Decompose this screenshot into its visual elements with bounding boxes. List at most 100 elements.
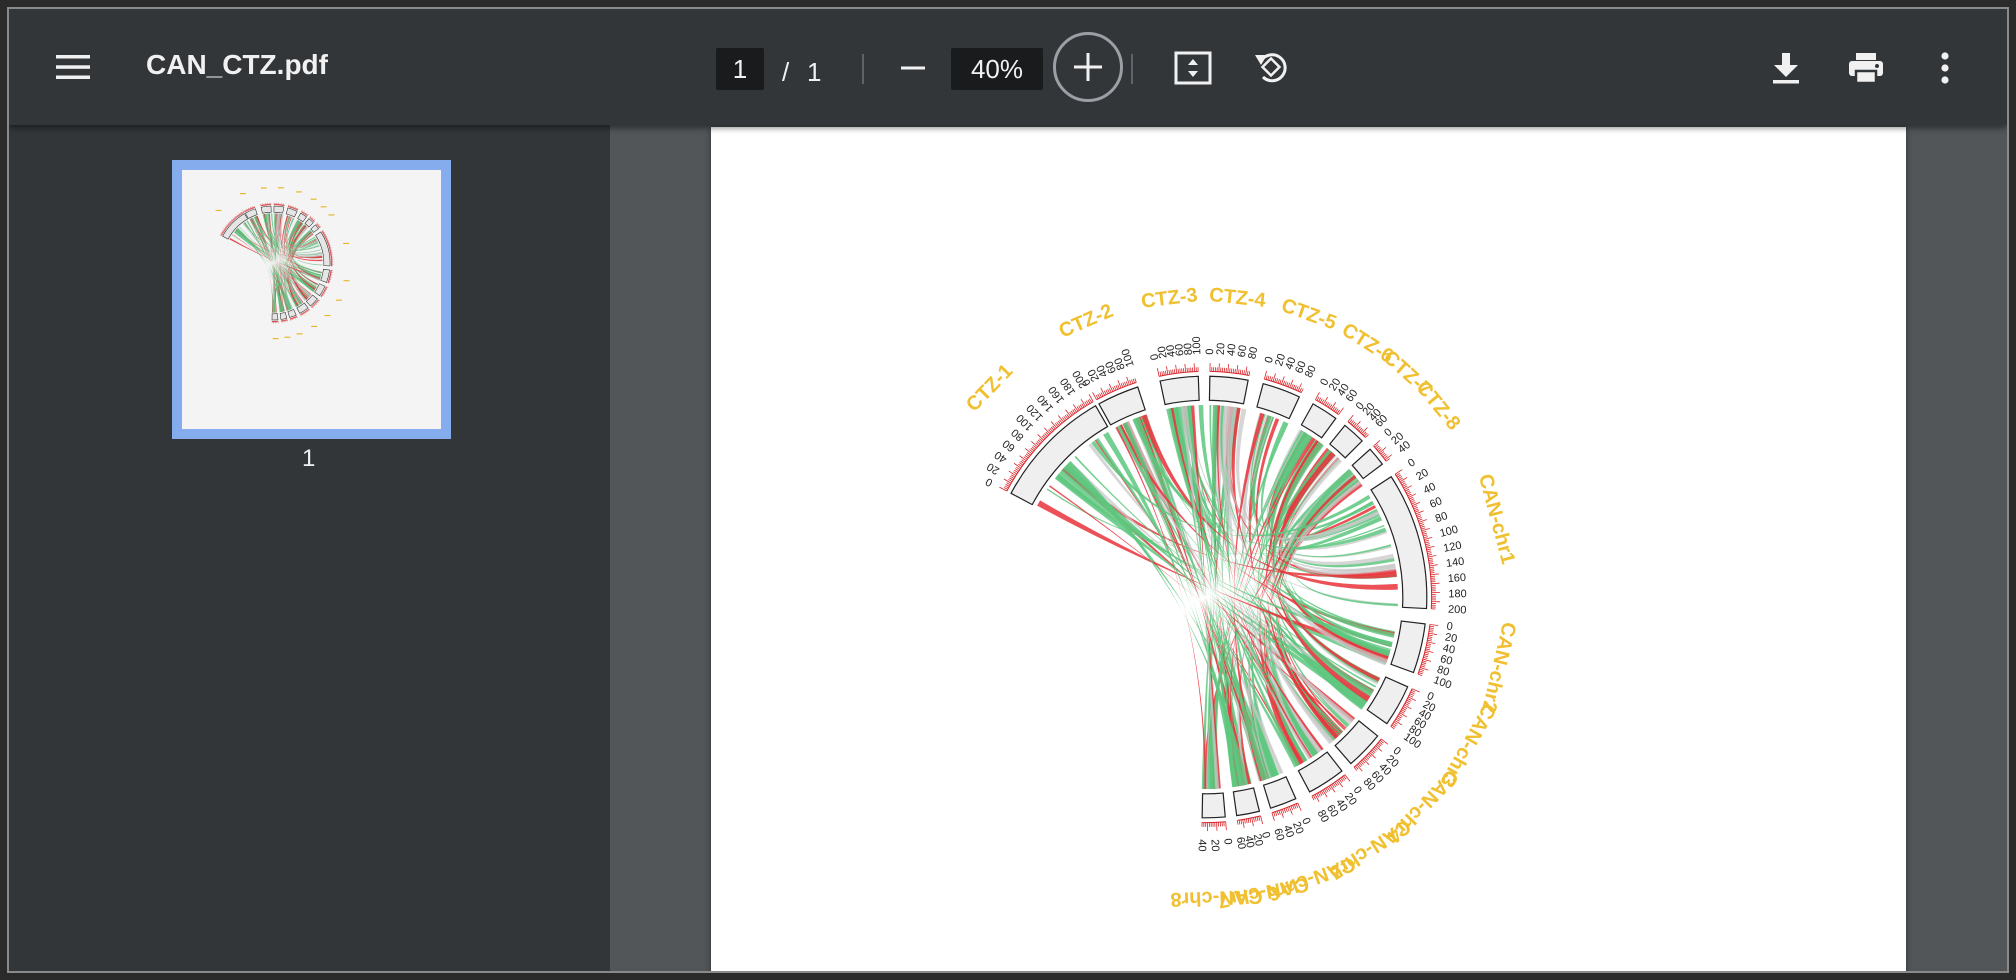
tick-label: 0 xyxy=(984,475,995,488)
tick-mark xyxy=(1011,474,1016,478)
tick-mark xyxy=(1428,636,1433,638)
print-icon xyxy=(1849,53,1883,84)
tick-mark xyxy=(1134,378,1137,383)
tick-mark xyxy=(1108,388,1112,393)
tick-mark xyxy=(1407,493,1412,497)
rotate-button[interactable] xyxy=(1249,45,1293,89)
tick-mark xyxy=(1253,817,1255,822)
segment-label: CTZ-3 xyxy=(1140,284,1199,313)
tick-mark xyxy=(1331,784,1335,789)
tick-mark xyxy=(1394,720,1403,726)
tick-mark xyxy=(296,316,298,319)
tick-mark xyxy=(1406,491,1411,495)
segment-block xyxy=(1390,620,1426,674)
tick-mark xyxy=(1156,368,1160,377)
segment-block xyxy=(260,205,272,214)
segment-label: CTZ-5 xyxy=(1278,294,1339,334)
tick-mark xyxy=(1428,632,1438,635)
tick-mark xyxy=(1311,796,1315,801)
tick-mark xyxy=(1411,690,1416,693)
document-viewer[interactable]: 0 20 40 60 80 100 120 140 160 180 200 CTZ-1 0 20 40 60 8… xyxy=(610,125,2007,971)
tick-mark xyxy=(1300,388,1304,393)
zoom-out-button[interactable] xyxy=(892,47,934,89)
tick-mark xyxy=(1163,370,1165,376)
tick-mark xyxy=(1225,821,1227,831)
segment-block xyxy=(271,313,279,321)
tick-mark xyxy=(1412,505,1418,508)
tick-mark xyxy=(1085,400,1089,405)
tick-mark xyxy=(1425,646,1431,649)
tick-mark xyxy=(1258,816,1261,821)
tick-mark xyxy=(1242,819,1245,828)
circos-segment-ctz-4 xyxy=(273,187,285,214)
tick-mark xyxy=(1391,724,1396,728)
tick-mark xyxy=(1234,368,1236,374)
segment-label: CTZ-1 xyxy=(962,360,1017,416)
tick-mark xyxy=(1392,723,1397,727)
tick-mark xyxy=(1390,726,1395,730)
tick-mark xyxy=(999,486,1007,492)
tick-mark xyxy=(1426,550,1432,553)
download-button[interactable] xyxy=(1764,46,1808,90)
tick-mark xyxy=(1254,817,1257,822)
tick-mark xyxy=(1247,818,1250,823)
tick-mark xyxy=(1409,498,1415,502)
toolbar-divider xyxy=(862,54,864,84)
tick-mark xyxy=(1407,698,1412,701)
thumbnail-sidebar: 1 xyxy=(9,125,610,971)
tick-mark xyxy=(1087,399,1091,404)
fit-to-page-button[interactable] xyxy=(1171,46,1215,90)
tick-mark xyxy=(1256,816,1259,822)
circos-plot: 020406080100120140160180200CTZ-1 02040608… xyxy=(962,284,1520,912)
tick-mark xyxy=(1008,470,1017,476)
tick-mark xyxy=(1003,478,1012,484)
segment-block xyxy=(1208,375,1249,405)
tick-mark xyxy=(1245,366,1248,375)
tick-mark xyxy=(1159,371,1162,377)
zoom-level-input[interactable] xyxy=(951,48,1043,90)
tick-mark xyxy=(1120,383,1124,388)
print-button[interactable] xyxy=(1843,45,1889,91)
tick-mark xyxy=(1428,557,1433,560)
tick-mark xyxy=(1161,371,1163,376)
tick-mark xyxy=(1177,368,1179,374)
tick-mark xyxy=(1291,384,1294,389)
tick-mark xyxy=(1270,376,1273,382)
zoom-in-button[interactable] xyxy=(1053,32,1123,102)
tick-label: 100 xyxy=(1191,336,1204,355)
hamburger-menu-icon[interactable] xyxy=(53,47,93,87)
tick-mark xyxy=(1232,368,1235,374)
document-title: CAN_CTZ.pdf xyxy=(146,49,328,80)
tick-mark xyxy=(1078,405,1082,410)
tick-mark xyxy=(1100,392,1104,397)
tick-mark xyxy=(1394,469,1403,475)
tick-mark xyxy=(1282,809,1285,814)
tick-mark xyxy=(1279,379,1282,384)
more-options-button[interactable] xyxy=(1927,45,1963,91)
tick-mark xyxy=(1397,715,1402,719)
tick-mark xyxy=(1184,363,1187,373)
tick-label: 80 xyxy=(1246,346,1260,360)
tick-mark xyxy=(1429,627,1434,629)
circos-segment-can-chr1: 020406080100120 140 160 180 200 CAN-chr1 xyxy=(1370,457,1519,617)
page-thumbnail[interactable] xyxy=(172,160,451,439)
tick-mark xyxy=(1322,789,1328,798)
tick-mark xyxy=(1403,704,1412,710)
page-number-input[interactable] xyxy=(716,48,764,90)
tick-mark xyxy=(1420,665,1426,668)
tick-mark xyxy=(1010,475,1015,479)
circos-segment-ctz-4: 020406080CTZ-4 xyxy=(1204,284,1268,405)
tick-mark xyxy=(1408,694,1414,698)
tick-label: 160 xyxy=(1447,572,1466,585)
segment-block xyxy=(1351,448,1384,480)
tick-label: 180 xyxy=(1448,588,1466,600)
more-vertical-icon xyxy=(1941,52,1949,84)
tick-mark xyxy=(1241,369,1244,375)
tick-mark xyxy=(1097,393,1101,399)
circos-segment-can-chr8 xyxy=(271,313,279,340)
tick-mark xyxy=(1428,631,1434,633)
tick-mark xyxy=(1327,786,1331,792)
tick-mark xyxy=(1244,819,1246,824)
tick-mark xyxy=(1277,379,1280,384)
tick-mark xyxy=(1089,398,1092,403)
